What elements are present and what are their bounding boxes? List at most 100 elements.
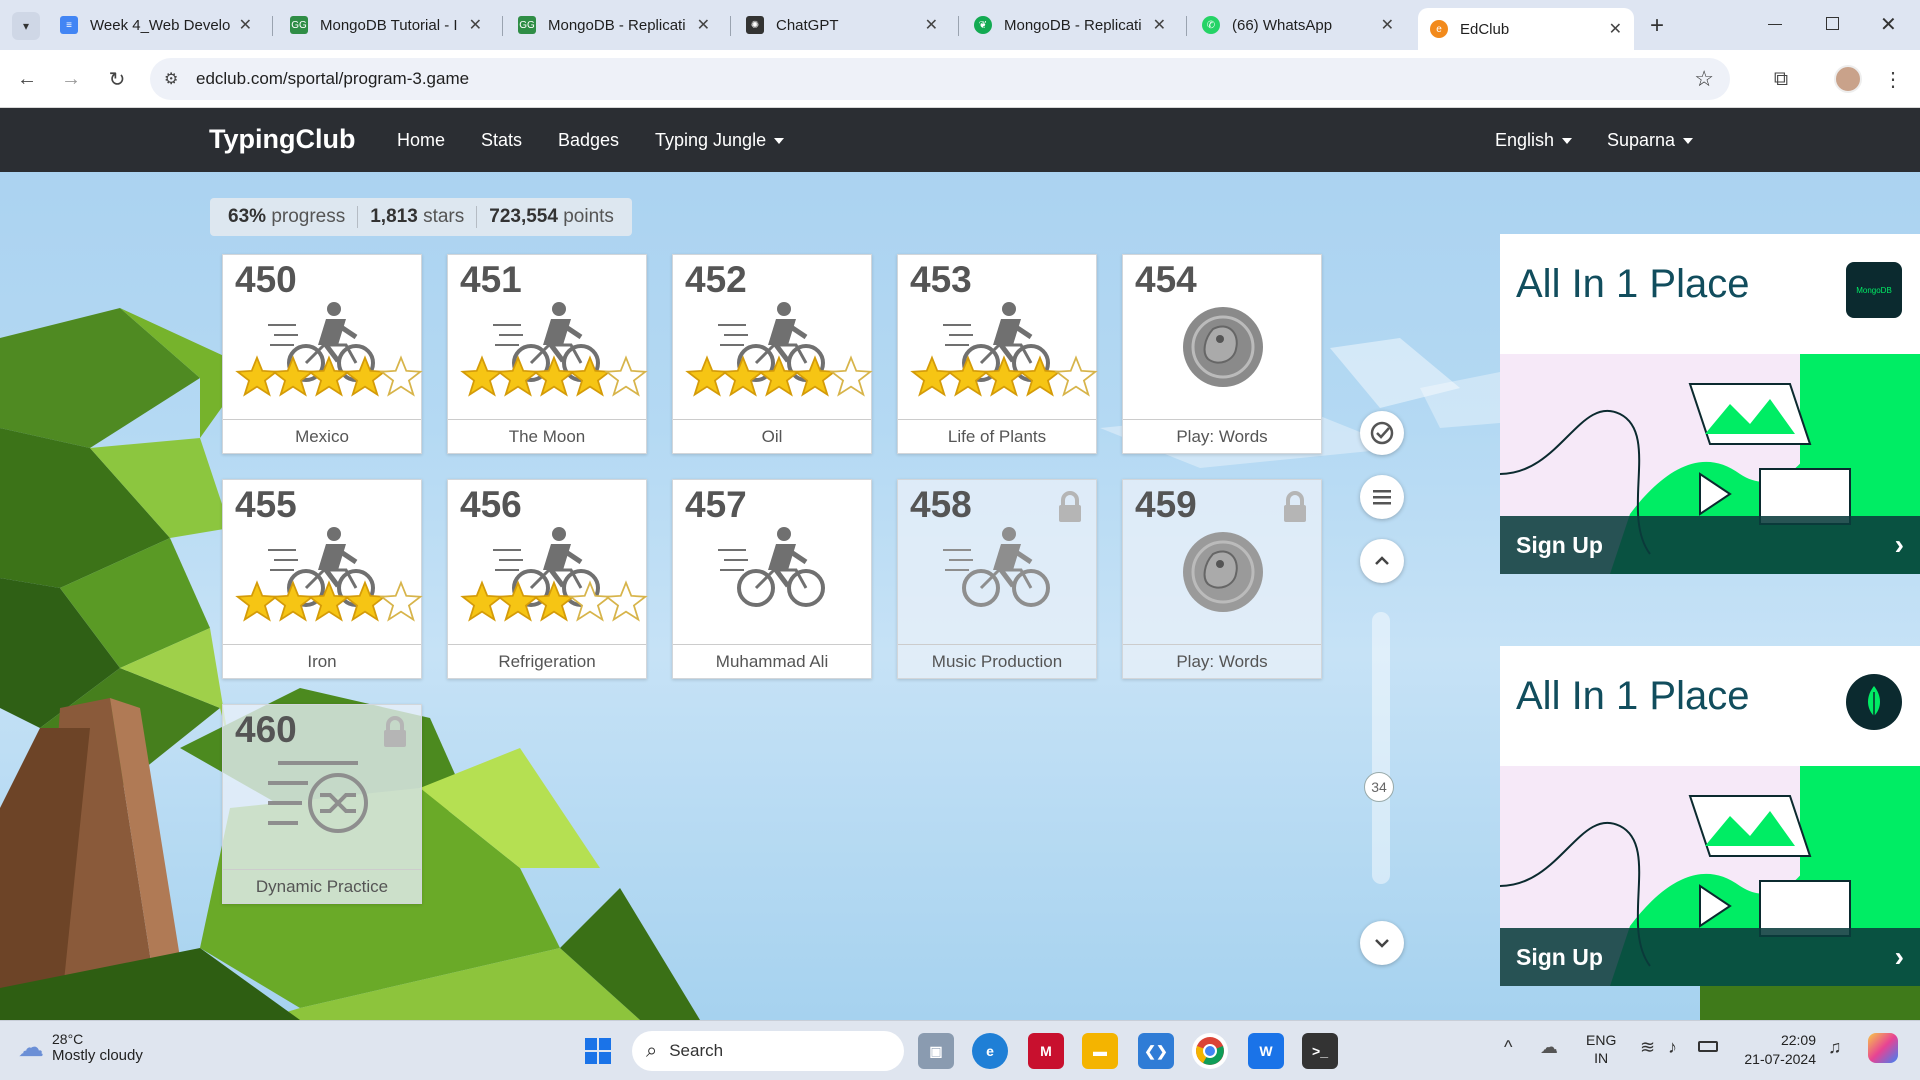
chrome-icon[interactable] bbox=[1192, 1033, 1228, 1069]
weather-widget[interactable]: ☁ 28°C Mostly cloudy bbox=[18, 1031, 143, 1064]
browser-address-bar: ← → ↻ ⚙ edclub.com/sportal/program-3.gam… bbox=[0, 50, 1920, 108]
close-tab-icon[interactable]: ✕ bbox=[925, 15, 938, 35]
tab-3[interactable]: ✺ ChatGPT ✕ bbox=[734, 6, 950, 44]
search-placeholder: Search bbox=[669, 1041, 724, 1060]
ad-logo-text: MongoDB bbox=[1856, 285, 1892, 295]
lesson-card[interactable]: 457 Muhammad Ali bbox=[672, 479, 872, 679]
tab-4[interactable]: ❦ MongoDB - Replicati ✕ bbox=[962, 6, 1178, 44]
nav-stats-link[interactable]: Stats bbox=[481, 130, 522, 151]
cyclist-icon bbox=[943, 524, 1053, 614]
battery-icon[interactable] bbox=[1698, 1041, 1718, 1052]
url-text: edclub.com/sportal/program-3.game bbox=[196, 69, 470, 88]
ad-sign-up-button[interactable]: Sign Up › bbox=[1500, 516, 1920, 574]
nav-typing-jungle-dropdown[interactable]: Typing Jungle bbox=[655, 130, 785, 151]
wifi-icon[interactable]: ≋ bbox=[1640, 1037, 1655, 1058]
cyclist-icon bbox=[718, 524, 828, 614]
game-creature-icon bbox=[1168, 524, 1278, 614]
profile-avatar[interactable] bbox=[1834, 65, 1862, 93]
file-explorer-icon[interactable]: ▬ bbox=[1082, 1033, 1118, 1069]
restore-window-icon[interactable] bbox=[1826, 17, 1839, 30]
close-tab-icon[interactable]: ✕ bbox=[1381, 15, 1394, 35]
empty-star-icon bbox=[1054, 355, 1098, 399]
user-dropdown[interactable]: Suparna bbox=[1607, 130, 1694, 151]
lesson-scroll-track[interactable] bbox=[1372, 612, 1390, 884]
windows-start-icon[interactable] bbox=[580, 1033, 616, 1069]
mongodb-logo-icon: MongoDB bbox=[1846, 262, 1902, 318]
ad-sign-up-button[interactable]: Sign Up › bbox=[1500, 928, 1920, 986]
tab-6-active[interactable]: e EdClub ✕ bbox=[1418, 8, 1634, 50]
scroll-up-button[interactable] bbox=[1360, 539, 1404, 583]
geeksforgeeks-icon: GG bbox=[290, 16, 308, 34]
lesson-title: Mexico bbox=[223, 419, 421, 453]
vscode-icon[interactable]: ❮❯ bbox=[1138, 1033, 1174, 1069]
menu-list-button[interactable] bbox=[1360, 475, 1404, 519]
mcafee-icon[interactable]: M bbox=[1028, 1033, 1064, 1069]
nav-badges-link[interactable]: Badges bbox=[558, 130, 619, 151]
advertisement-2[interactable]: All In 1 Place Sign Up › bbox=[1500, 646, 1920, 986]
lesson-card[interactable]: 451 The Moon bbox=[447, 254, 648, 454]
lesson-number: 450 bbox=[235, 259, 297, 300]
lesson-card[interactable]: 459 Play: Words bbox=[1122, 479, 1322, 679]
copilot-icon[interactable] bbox=[1868, 1033, 1898, 1063]
tab-title: MongoDB Tutorial - I bbox=[320, 16, 458, 34]
lesson-card[interactable]: 456 Refrigeration bbox=[447, 479, 648, 679]
language-indicator[interactable]: ENG IN bbox=[1586, 1031, 1616, 1067]
scroll-down-button[interactable] bbox=[1360, 921, 1404, 965]
tab-title: MongoDB - Replicati bbox=[548, 16, 686, 34]
task-view-icon[interactable]: ▣ bbox=[918, 1033, 954, 1069]
scroll-position-badge[interactable]: 34 bbox=[1364, 772, 1394, 802]
close-tab-icon[interactable]: ✕ bbox=[1609, 19, 1622, 39]
back-arrow-icon[interactable]: ← bbox=[12, 64, 42, 94]
clock[interactable]: 22:09 21-07-2024 bbox=[1736, 1031, 1816, 1069]
tab-title: Week 4_Web Develop bbox=[90, 16, 231, 34]
lesson-card[interactable]: 460 Dynamic Practice bbox=[222, 704, 422, 904]
minimize-window-icon[interactable] bbox=[1768, 24, 1782, 25]
advertisement-1[interactable]: All In 1 Place MongoDB Sign Up › bbox=[1500, 234, 1920, 574]
close-tab-icon[interactable]: ✕ bbox=[469, 15, 482, 35]
lesson-card[interactable]: 454 Play: Words bbox=[1122, 254, 1322, 454]
close-tab-icon[interactable]: ✕ bbox=[1153, 15, 1166, 35]
url-field[interactable]: ⚙ edclub.com/sportal/program-3.game ☆ bbox=[150, 58, 1730, 100]
lesson-card[interactable]: 452 Oil bbox=[672, 254, 873, 454]
typingclub-logo[interactable]: TypingClub bbox=[209, 124, 355, 155]
nav-home-link[interactable]: Home bbox=[397, 130, 445, 151]
browser-menu-icon[interactable]: ⋮ bbox=[1878, 64, 1908, 94]
lesson-card[interactable]: 455 Iron bbox=[222, 479, 423, 679]
terminal-icon[interactable]: >_ bbox=[1302, 1033, 1338, 1069]
tab-separator bbox=[958, 16, 959, 36]
lesson-title: Refrigeration bbox=[448, 644, 646, 678]
lesson-number: 451 bbox=[460, 259, 522, 300]
lesson-card[interactable]: 458 Music Production bbox=[897, 479, 1097, 679]
tab-list-chevron-icon[interactable]: ▾ bbox=[12, 12, 40, 40]
close-tab-icon[interactable]: ✕ bbox=[239, 15, 252, 35]
lesson-card[interactable]: 450 Mexico bbox=[222, 254, 423, 454]
close-tab-icon[interactable]: ✕ bbox=[697, 15, 710, 35]
site-info-icon[interactable]: ⚙ bbox=[164, 69, 178, 89]
bookmark-star-icon[interactable]: ☆ bbox=[1694, 66, 1714, 92]
tab-0[interactable]: ≡ Week 4_Web Develop ✕ bbox=[48, 6, 264, 44]
progress-value: 63% bbox=[228, 206, 267, 227]
edge-browser-icon[interactable]: e bbox=[972, 1033, 1008, 1069]
system-tray-chevron-icon[interactable]: ^ bbox=[1504, 1037, 1512, 1058]
tab-5[interactable]: ✆ (66) WhatsApp ✕ bbox=[1190, 6, 1406, 44]
whatsapp-icon: ✆ bbox=[1202, 16, 1220, 34]
tab-2[interactable]: GG MongoDB - Replicati ✕ bbox=[506, 6, 722, 44]
new-tab-plus-icon[interactable]: + bbox=[1650, 12, 1664, 40]
taskbar-search-box[interactable]: ⌕ Search bbox=[632, 1031, 904, 1071]
lesson-number: 457 bbox=[685, 484, 747, 525]
forward-arrow-icon[interactable]: → bbox=[56, 64, 86, 94]
onedrive-icon[interactable]: ☁ bbox=[1540, 1037, 1558, 1058]
word-app-icon[interactable]: W bbox=[1248, 1033, 1284, 1069]
tab-separator bbox=[272, 16, 273, 36]
completed-filter-button[interactable] bbox=[1360, 411, 1404, 455]
nav-typing-jungle-label: Typing Jungle bbox=[655, 130, 767, 150]
close-window-icon[interactable]: ✕ bbox=[1880, 12, 1897, 37]
notification-bell-icon[interactable]: ♫ bbox=[1828, 1037, 1842, 1058]
extensions-puzzle-icon[interactable]: ⧉ bbox=[1766, 64, 1796, 94]
tab-1[interactable]: GG MongoDB Tutorial - I ✕ bbox=[278, 6, 494, 44]
volume-icon[interactable]: ♪ bbox=[1668, 1037, 1677, 1058]
lesson-card[interactable]: 453 Life of Plants bbox=[897, 254, 1098, 454]
lesson-number: 456 bbox=[460, 484, 522, 525]
language-dropdown[interactable]: English bbox=[1495, 130, 1573, 151]
reload-icon[interactable]: ↻ bbox=[102, 64, 132, 94]
